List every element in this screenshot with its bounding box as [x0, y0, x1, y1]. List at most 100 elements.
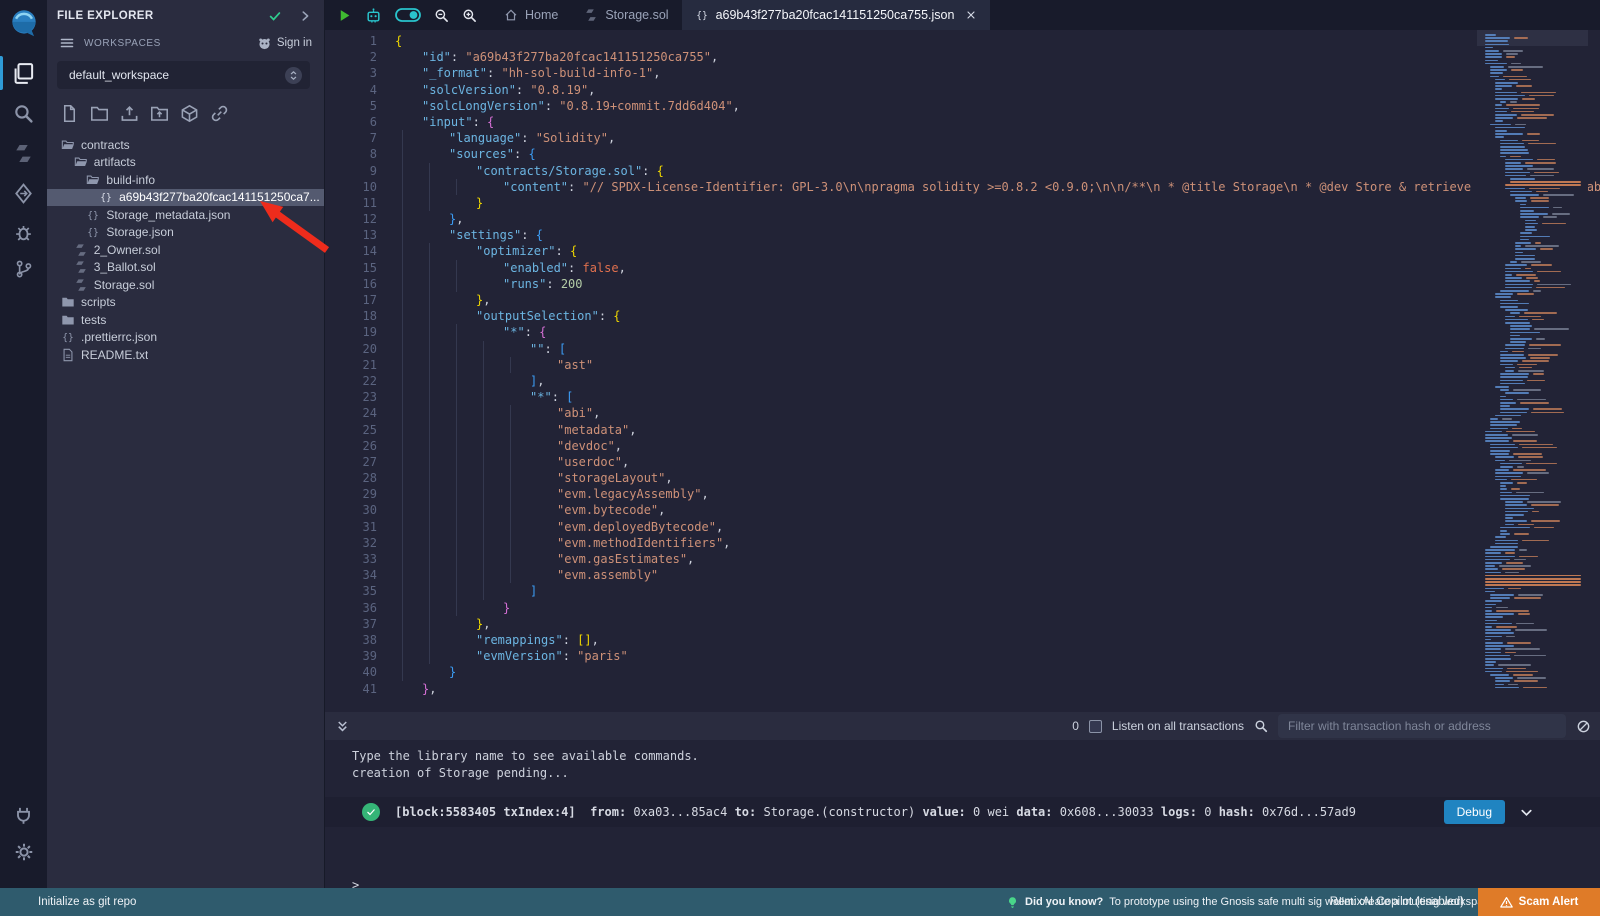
listen-all-checkbox[interactable] — [1089, 720, 1102, 733]
upload-file-icon[interactable] — [120, 104, 139, 123]
code-line-12[interactable]: }, — [395, 211, 1600, 227]
code-line-11[interactable]: } — [395, 195, 1600, 211]
code-line-20[interactable]: "": [ — [395, 341, 1600, 357]
tree-item-artifacts[interactable]: artifacts — [47, 154, 324, 172]
code-line-1[interactable]: { — [395, 33, 1600, 49]
file-explorer-icon[interactable] — [12, 62, 35, 85]
code-line-26[interactable]: "devdoc", — [395, 438, 1600, 454]
tab-a69b43f277ba20fcac141151250ca755-json[interactable]: {}a69b43f277ba20fcac141151250ca755.json — [682, 0, 991, 30]
code-line-39[interactable]: "evmVersion": "paris" — [395, 648, 1600, 664]
transaction-count-badge: 0 — [1072, 719, 1079, 733]
code-line-16[interactable]: "runs": 200 — [395, 276, 1600, 292]
activity-bar — [0, 0, 47, 888]
code-line-21[interactable]: "ast" — [395, 357, 1600, 373]
scam-alert-button[interactable]: Scam Alert — [1478, 888, 1600, 916]
copilot-status[interactable]: RemixAI Copilot (enabled) — [1330, 896, 1464, 908]
code-line-35[interactable]: ] — [395, 583, 1600, 599]
tree-item-storage-metadata-json[interactable]: {}Storage_metadata.json — [47, 206, 324, 224]
zoom-in-icon[interactable] — [462, 8, 477, 23]
workspace-select[interactable]: default_workspace — [57, 61, 310, 89]
tree-item-3-ballot-sol[interactable]: 3_Ballot.sol — [47, 259, 324, 277]
code-line-34[interactable]: "evm.assembly" — [395, 567, 1600, 583]
code-line-23[interactable]: "*": [ — [395, 389, 1600, 405]
code-line-10[interactable]: "content": "// SPDX-License-Identifier: … — [395, 179, 1600, 195]
git-icon[interactable] — [14, 259, 34, 279]
code-line-8[interactable]: "sources": { — [395, 146, 1600, 162]
plugin-manager-icon[interactable] — [13, 805, 34, 826]
code-line-22[interactable]: ], — [395, 373, 1600, 389]
collapse-terminal-icon[interactable] — [335, 719, 350, 734]
code-line-36[interactable]: } — [395, 600, 1600, 616]
solidity-icon — [74, 278, 88, 292]
code-line-13[interactable]: "settings": { — [395, 227, 1600, 243]
code-line-14[interactable]: "optimizer": { — [395, 243, 1600, 259]
tree-item-storage-sol[interactable]: Storage.sol — [47, 276, 324, 294]
code-line-41[interactable]: }, — [395, 681, 1600, 697]
code-line-29[interactable]: "evm.legacyAssembly", — [395, 486, 1600, 502]
link-external-icon[interactable] — [210, 104, 229, 123]
close-tab-icon[interactable] — [965, 9, 977, 21]
tree-item-2-owner-sol[interactable]: 2_Owner.sol — [47, 241, 324, 259]
code-line-9[interactable]: "contracts/Storage.sol": { — [395, 163, 1600, 179]
solidity-compiler-icon[interactable] — [13, 143, 34, 164]
code-line-5[interactable]: "solcLongVersion": "0.8.19+commit.7dd6d4… — [395, 98, 1600, 114]
new-folder-icon[interactable] — [90, 104, 109, 123]
tree-item-readme-txt[interactable]: README.txt — [47, 346, 324, 364]
tree-item-scripts[interactable]: scripts — [47, 294, 324, 312]
minimap[interactable] — [1477, 30, 1588, 705]
tree-item-a69b43f277ba20fcac141151250ca7-[interactable]: {}a69b43f277ba20fcac141151250ca7... — [47, 189, 324, 207]
code-line-18[interactable]: "outputSelection": { — [395, 308, 1600, 324]
home-icon — [504, 8, 518, 22]
code-line-3[interactable]: "_format": "hh-sol-build-info-1", — [395, 65, 1600, 81]
code-line-28[interactable]: "storageLayout", — [395, 470, 1600, 486]
tree-item-tests[interactable]: tests — [47, 311, 324, 329]
sign-in-button[interactable]: Sign in — [257, 36, 312, 51]
ai-assistant-icon[interactable] — [365, 7, 382, 24]
code-line-7[interactable]: "language": "Solidity", — [395, 130, 1600, 146]
code-line-17[interactable]: }, — [395, 292, 1600, 308]
transaction-log-row[interactable]: [block:5583405 txIndex:4] from: 0xa03...… — [325, 797, 1600, 827]
code-line-30[interactable]: "evm.bytecode", — [395, 502, 1600, 518]
panel-title: FILE EXPLORER — [57, 10, 268, 22]
deploy-run-icon[interactable] — [13, 183, 34, 204]
code-line-33[interactable]: "evm.gasEstimates", — [395, 551, 1600, 567]
tree-item-build-info[interactable]: build-info — [47, 171, 324, 189]
transaction-filter-input[interactable] — [1278, 714, 1566, 738]
workspace-menu-icon[interactable] — [59, 35, 75, 51]
code-line-4[interactable]: "solcVersion": "0.8.19", — [395, 82, 1600, 98]
zoom-out-icon[interactable] — [434, 8, 449, 23]
code-line-25[interactable]: "metadata", — [395, 422, 1600, 438]
tab-label: Home — [525, 8, 558, 22]
run-script-icon[interactable] — [337, 8, 352, 23]
code-editor[interactable]: 1234567891011121314151617181920212223242… — [325, 30, 1600, 712]
clear-console-icon[interactable] — [1576, 719, 1591, 734]
new-file-icon[interactable] — [60, 104, 79, 123]
code-line-37[interactable]: }, — [395, 616, 1600, 632]
code-line-15[interactable]: "enabled": false, — [395, 260, 1600, 276]
code-line-6[interactable]: "input": { — [395, 114, 1600, 130]
code-line-24[interactable]: "abi", — [395, 405, 1600, 421]
code-line-38[interactable]: "remappings": [], — [395, 632, 1600, 648]
expand-transaction-icon[interactable] — [1519, 805, 1534, 820]
code-line-27[interactable]: "userdoc", — [395, 454, 1600, 470]
code-line-31[interactable]: "evm.deployedBytecode", — [395, 519, 1600, 535]
search-icon[interactable] — [13, 103, 34, 124]
copilot-toggle[interactable] — [395, 7, 421, 23]
upload-folder-icon[interactable] — [150, 104, 169, 123]
debugger-icon[interactable] — [13, 222, 34, 243]
git-init-button[interactable]: Initialize as git repo — [38, 896, 136, 908]
code-line-19[interactable]: "*": { — [395, 324, 1600, 340]
tree-item-storage-json[interactable]: {}Storage.json — [47, 224, 324, 242]
remix-logo-icon[interactable] — [7, 7, 41, 41]
tab-storage-sol[interactable]: Storage.sol — [571, 0, 681, 30]
tab-home[interactable]: Home — [491, 0, 571, 30]
settings-icon[interactable] — [14, 842, 34, 862]
tree-item--prettierrc-json[interactable]: {}.prettierrc.json — [47, 329, 324, 347]
debug-button[interactable]: Debug — [1444, 800, 1505, 824]
code-line-32[interactable]: "evm.methodIdentifiers", — [395, 535, 1600, 551]
code-line-2[interactable]: "id": "a69b43f277ba20fcac141151250ca755"… — [395, 49, 1600, 65]
create-cube-icon[interactable] — [180, 104, 199, 123]
code-line-40[interactable]: } — [395, 664, 1600, 680]
chevron-right-icon[interactable] — [298, 9, 312, 23]
tree-item-contracts[interactable]: contracts — [47, 136, 324, 154]
